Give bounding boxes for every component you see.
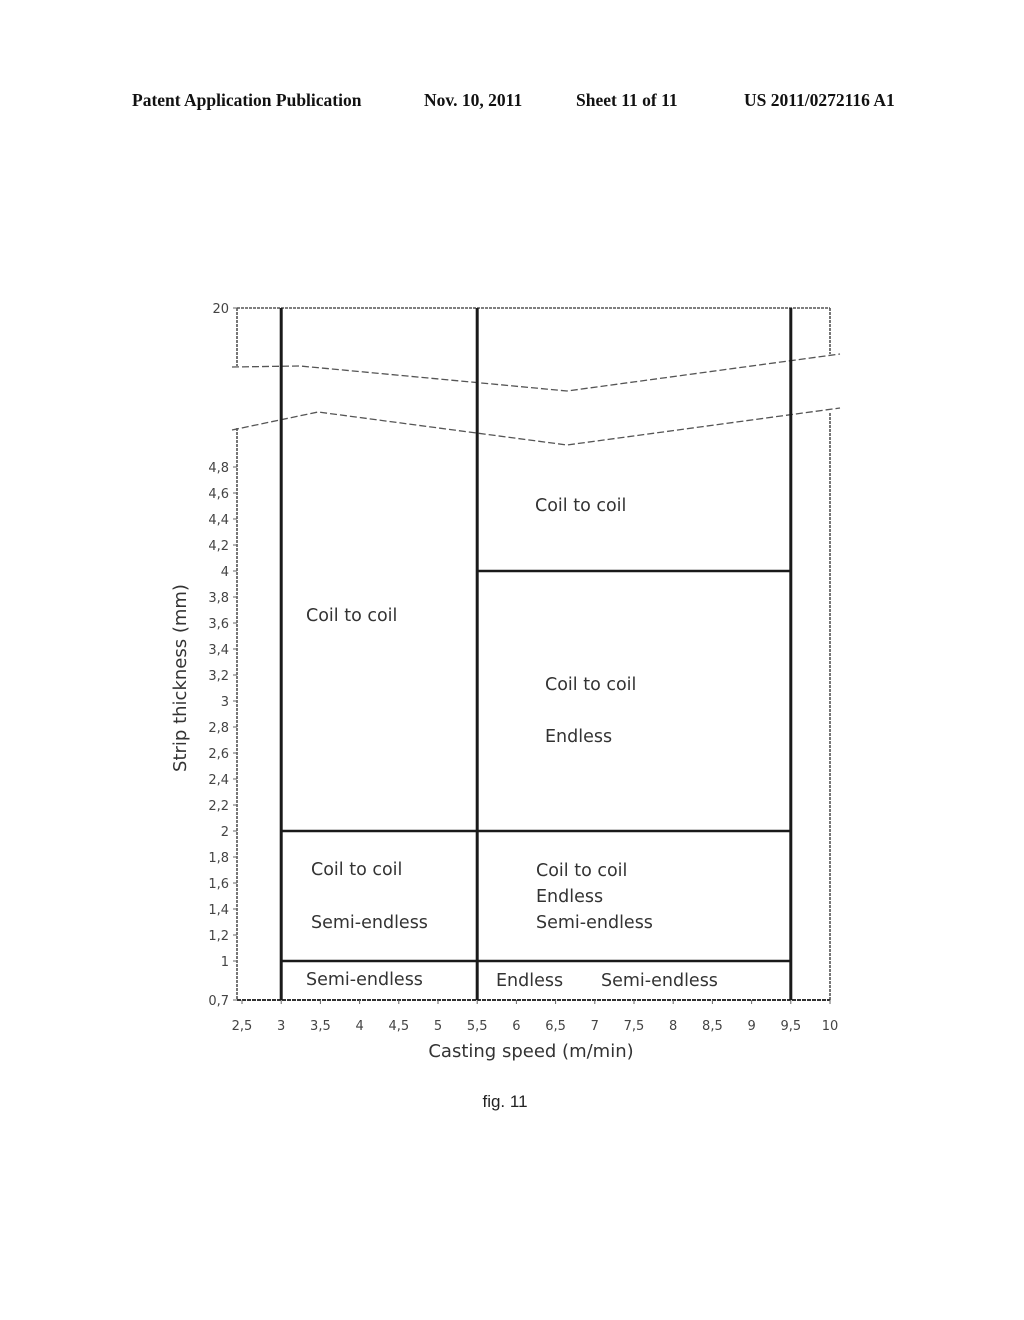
figure-caption: fig. 11 bbox=[482, 1092, 527, 1111]
y-tick-label: 1,8 bbox=[208, 851, 229, 866]
y-tick-label: 20 bbox=[212, 302, 229, 317]
region-label: Semi-endless bbox=[311, 913, 428, 933]
region-label: Semi-endless bbox=[306, 970, 423, 990]
x-tick-label: 3 bbox=[277, 1019, 285, 1034]
y-tick-label: 4,2 bbox=[208, 539, 229, 554]
region-label: Coil to coil bbox=[535, 496, 626, 516]
region-label: Semi-endless bbox=[601, 971, 718, 991]
x-tick-label: 4 bbox=[355, 1019, 363, 1034]
region-label: Endless bbox=[536, 887, 603, 907]
y-tick-label: 4,6 bbox=[208, 487, 229, 502]
y-tick-label: 4,4 bbox=[208, 513, 229, 528]
x-tick-label: 5,5 bbox=[467, 1019, 488, 1034]
x-tick-label: 7,5 bbox=[624, 1019, 645, 1034]
y-tick-label: 3,4 bbox=[208, 643, 229, 658]
x-tick-label: 5 bbox=[434, 1019, 442, 1034]
chart-frame bbox=[236, 307, 831, 1001]
y-tick-label: 2,6 bbox=[208, 747, 229, 762]
x-axis-title: Casting speed (m/min) bbox=[428, 1041, 633, 1062]
x-tick-label: 10 bbox=[822, 1019, 839, 1034]
x-tick-label: 7 bbox=[591, 1019, 599, 1034]
y-tick-label: 4 bbox=[221, 565, 229, 580]
y-tick-label: 2,2 bbox=[208, 799, 229, 814]
axis-break-lower-line bbox=[231, 407, 841, 446]
x-tick-label: 8 bbox=[669, 1019, 677, 1034]
x-tick-label: 6 bbox=[512, 1019, 520, 1034]
x-axis-ticks: 2,5 3 3,5 4 4,5 5 5,5 6 6,5 7 7,5 8 8,5 9 9,5 10 bbox=[232, 1000, 839, 1034]
region-label: Coil to coil bbox=[536, 861, 627, 881]
y-tick-label: 1,2 bbox=[208, 929, 229, 944]
y-tick-label: 1 bbox=[221, 955, 229, 970]
x-tick-label: 6,5 bbox=[545, 1019, 566, 1034]
x-tick-label: 4,5 bbox=[388, 1019, 409, 1034]
y-tick-label: 1,4 bbox=[208, 903, 229, 918]
region-label: Coil to coil bbox=[306, 606, 397, 626]
y-tick-label: 2 bbox=[221, 825, 229, 840]
y-tick-label: 0,7 bbox=[208, 994, 229, 1009]
x-tick-label: 8,5 bbox=[702, 1019, 723, 1034]
x-tick-label: 2,5 bbox=[232, 1019, 253, 1034]
axis-break bbox=[231, 353, 841, 446]
axis-break-upper-line bbox=[231, 353, 841, 392]
region-label: Coil to coil bbox=[545, 675, 636, 695]
y-tick-label: 3,6 bbox=[208, 617, 229, 632]
y-axis-ticks: 0,7 1 1,2 1,4 1,6 1,8 2 2,2 2,4 2,6 2,8 3 3,2 3,4 3,6 3… bbox=[208, 302, 237, 1009]
region-chart: 2,5 3 3,5 4 4,5 5 5,5 6 6,5 7 7,5 8 8,5 9 9,5 10 0,7 1 1,… bbox=[170, 302, 841, 1111]
region-label: Endless bbox=[545, 727, 612, 747]
region-label: Semi-endless bbox=[536, 913, 653, 933]
y-tick-label: 1,6 bbox=[208, 877, 229, 892]
y-tick-label: 2,4 bbox=[208, 773, 229, 788]
y-axis-title: Strip thickness (mm) bbox=[170, 584, 191, 772]
x-tick-label: 3,5 bbox=[310, 1019, 331, 1034]
y-tick-label: 3 bbox=[221, 695, 229, 710]
y-tick-label: 3,2 bbox=[208, 669, 229, 684]
x-tick-label: 9,5 bbox=[780, 1019, 801, 1034]
y-tick-label: 2,8 bbox=[208, 721, 229, 736]
region-label: Endless bbox=[496, 971, 563, 991]
region-label: Coil to coil bbox=[311, 860, 402, 880]
x-tick-label: 9 bbox=[747, 1019, 755, 1034]
y-tick-label: 4,8 bbox=[208, 461, 229, 476]
y-tick-label: 3,8 bbox=[208, 591, 229, 606]
